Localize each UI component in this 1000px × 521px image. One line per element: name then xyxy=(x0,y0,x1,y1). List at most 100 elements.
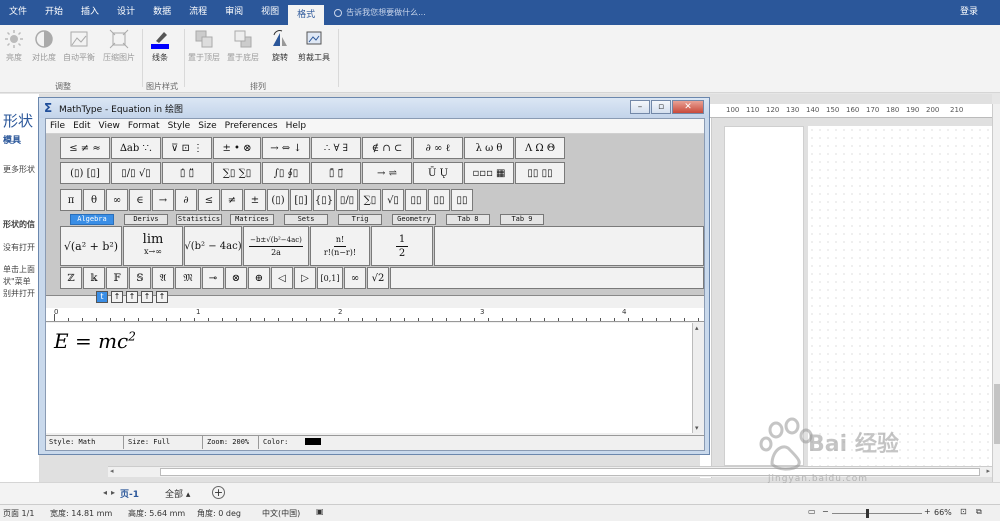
symbol-superscript[interactable]: ▯▯ xyxy=(405,189,427,211)
palette-fractions-radicals[interactable]: ▯/▯ √▯ xyxy=(111,162,161,184)
auto-balance-button[interactable]: 自动平衡 xyxy=(63,29,95,63)
zoom-out-icon[interactable]: − xyxy=(822,507,829,516)
tab-file[interactable]: 文件 xyxy=(0,0,36,25)
switch-windows-icon[interactable]: ⧉ xyxy=(976,507,982,517)
palette-greek-lower[interactable]: λ ω θ xyxy=(464,137,514,159)
palette-operators[interactable]: ± • ⊗ xyxy=(213,137,261,159)
menu-size[interactable]: Size xyxy=(194,119,220,133)
tab-trig[interactable]: Trig xyxy=(338,214,382,225)
template-otimes[interactable]: ⊗ xyxy=(225,267,247,289)
symbol-partial[interactable]: ∂ xyxy=(175,189,197,211)
palette-integrals[interactable]: ∫▯ ∮▯ xyxy=(262,162,310,184)
page-prev-icon[interactable]: ◂ xyxy=(103,488,107,497)
template-empty-slot[interactable] xyxy=(434,226,704,266)
more-shapes-link[interactable]: 更多形状 xyxy=(3,164,35,175)
palette-bars[interactable]: ▯̄ ▯⃗ xyxy=(311,162,361,184)
tab-home[interactable]: 开始 xyxy=(36,0,72,25)
template-pythagorean[interactable]: √(a² + b²) xyxy=(60,226,122,266)
vertical-scrollbar[interactable] xyxy=(992,104,1000,482)
symbol-subscript[interactable]: ▯▯ xyxy=(428,189,450,211)
template-infinity[interactable]: ∞ xyxy=(344,267,366,289)
symbol-neq[interactable]: ≠ xyxy=(221,189,243,211)
template-triangle-left[interactable]: ◁ xyxy=(271,267,293,289)
tell-me-box[interactable]: 告诉我您想要做什么... xyxy=(334,7,426,18)
equation-formula[interactable]: E = mc2 xyxy=(54,329,136,353)
symbol-fraction[interactable]: ▯/▯ xyxy=(336,189,358,211)
compress-button[interactable]: 压缩图片 xyxy=(103,29,135,63)
size-text-button[interactable]: t xyxy=(96,291,108,303)
editor-vertical-scrollbar[interactable]: ▴ ▾ xyxy=(692,323,704,433)
brightness-button[interactable]: 亮度 xyxy=(4,29,24,63)
palette-misc-symbols[interactable]: ∂ ∞ ℓ xyxy=(413,137,463,159)
macro-record-icon[interactable]: ▣ xyxy=(316,507,324,516)
status-language[interactable]: 中文(中国) xyxy=(262,508,300,519)
add-page-icon[interactable]: + xyxy=(212,486,225,499)
template-oplus[interactable]: ⊕ xyxy=(248,267,270,289)
line-button[interactable]: 线条 xyxy=(150,29,170,63)
status-page[interactable]: 页面 1/1 xyxy=(3,508,34,519)
palette-subscripts[interactable]: ▯̇ ▯̈ xyxy=(162,162,212,184)
palette-fences[interactable]: (▯) [▯] xyxy=(60,162,110,184)
fit-page-icon[interactable]: ▭ xyxy=(808,507,816,516)
palette-greek-upper[interactable]: Λ Ω Θ xyxy=(515,137,565,159)
tab-design[interactable]: 设计 xyxy=(108,0,144,25)
zoom-level[interactable]: 66% xyxy=(934,508,952,517)
tab-format[interactable]: 格式 xyxy=(288,5,325,25)
template-combination[interactable]: n! r!(n−r)! xyxy=(310,226,370,266)
close-button[interactable]: ✕ xyxy=(672,100,704,114)
tab-algebra[interactable]: Algebra xyxy=(70,214,114,225)
send-to-back-button[interactable]: 置于底层 xyxy=(227,29,259,63)
tab-data[interactable]: 数据 xyxy=(144,0,180,25)
symbol-pi[interactable]: π xyxy=(60,189,82,211)
tab-9[interactable]: Tab 9 xyxy=(500,214,544,225)
symbol-brackets[interactable]: [▯] xyxy=(290,189,312,211)
rotate-button[interactable]: 旋转 xyxy=(270,29,290,63)
contrast-button[interactable]: 对比度 xyxy=(32,29,56,63)
template-row-empty[interactable] xyxy=(390,267,704,289)
palette-arrows[interactable]: → ⇔ ↓ xyxy=(262,137,310,159)
scroll-up-arrow-icon[interactable]: ▴ xyxy=(695,324,699,332)
maximize-button[interactable]: ▫ xyxy=(651,100,671,114)
palette-matrices[interactable]: ▫▫▫ ▦ xyxy=(464,162,514,184)
template-discriminant[interactable]: √(b² − 4ac) xyxy=(184,226,242,266)
symbol-plusminus[interactable]: ± xyxy=(244,189,266,211)
tab-insert[interactable]: 插入 xyxy=(72,0,108,25)
zoom-slider[interactable] xyxy=(832,513,922,514)
palette-products[interactable]: Ū Ų xyxy=(413,162,463,184)
palette-labeled-arrows[interactable]: → ⇌ xyxy=(362,162,412,184)
palette-boxes[interactable]: ▯▯ ▯▯ xyxy=(515,162,565,184)
stencils-tab[interactable]: 模具 xyxy=(3,133,21,146)
mathtype-title-bar[interactable]: Σ MathType - Equation in 绘图 – ▫ ✕ xyxy=(39,98,709,118)
symbol-element-of[interactable]: ∈ xyxy=(129,189,151,211)
template-quadratic[interactable]: −b±√(b²−4ac) 2a xyxy=(243,226,309,266)
template-triangle-right[interactable]: ▷ xyxy=(294,267,316,289)
menu-view[interactable]: View xyxy=(95,119,124,133)
symbol-subsup[interactable]: ▯▯ xyxy=(451,189,473,211)
scroll-left-arrow-icon[interactable]: ◂ xyxy=(110,467,114,475)
fit-window-icon[interactable]: ⊡ xyxy=(960,507,967,516)
vertical-scroll-thumb[interactable] xyxy=(994,384,1000,444)
template-half[interactable]: 1 2 xyxy=(371,226,433,266)
palette-logic[interactable]: ∴ ∀ ∃ xyxy=(311,137,361,159)
symbol-leq[interactable]: ≤ xyxy=(198,189,220,211)
symbol-sqrt[interactable]: √▯ xyxy=(382,189,404,211)
minimize-button[interactable]: – xyxy=(630,100,650,114)
login-link[interactable]: 登录 xyxy=(960,0,978,25)
palette-set-theory[interactable]: ∉ ∩ ⊂ xyxy=(362,137,412,159)
zoom-in-icon[interactable]: + xyxy=(924,507,931,516)
template-k[interactable]: 𝕜 xyxy=(83,267,105,289)
tab-sets[interactable]: Sets xyxy=(284,214,328,225)
symbol-theta[interactable]: θ xyxy=(83,189,105,211)
palette-summations[interactable]: ∑▯ ∑▯ xyxy=(213,162,261,184)
tab-8[interactable]: Tab 8 xyxy=(446,214,490,225)
size-up-button[interactable]: ↑ xyxy=(156,291,168,303)
bring-to-front-button[interactable]: 置于顶层 xyxy=(188,29,220,63)
size-up-button[interactable]: ↑ xyxy=(111,291,123,303)
tab-review[interactable]: 审阅 xyxy=(216,0,252,25)
page-next-icon[interactable]: ▸ xyxy=(111,488,115,497)
symbol-arrow[interactable]: → xyxy=(152,189,174,211)
symbol-braces[interactable]: {▯} xyxy=(313,189,335,211)
template-field[interactable]: 𝔽 xyxy=(106,267,128,289)
size-up-button[interactable]: ↑ xyxy=(126,291,138,303)
menu-help[interactable]: Help xyxy=(282,119,311,133)
